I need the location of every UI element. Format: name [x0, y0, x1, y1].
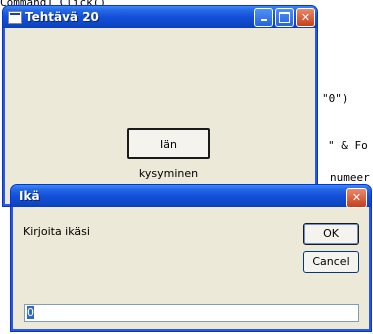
maximize-icon [279, 11, 290, 23]
code-line-1: "0") [322, 92, 349, 105]
close-button[interactable]: ✕ [296, 8, 315, 27]
dialog-titlebar[interactable]: Ikä ✕ [11, 185, 371, 208]
close-icon: ✕ [300, 11, 311, 24]
cancel-button[interactable]: Cancel [303, 251, 359, 273]
answer-input[interactable]: 0 [24, 304, 359, 322]
age-question-button[interactable]: Iän kysyminen [127, 128, 210, 180]
input-dialog: Ikä ✕ Kirjoita ikäsi OK Cancel 0 [10, 184, 372, 332]
main-window-title: Tehtävä 20 [25, 10, 99, 24]
dialog-prompt: Kirjoita ikäsi [23, 225, 90, 238]
app-icon[interactable] [8, 11, 22, 24]
main-form-window: Tehtävä 20 ✕ Iän kysyminen [2, 5, 318, 207]
answer-input-value: 0 [27, 306, 34, 319]
minimize-button[interactable] [254, 8, 273, 27]
dialog-title: Ikä [19, 189, 40, 203]
close-icon: ✕ [351, 191, 362, 204]
minimize-icon [260, 19, 267, 21]
dialog-close-button[interactable]: ✕ [346, 188, 367, 208]
code-line-2: " & Fo [328, 139, 368, 152]
ok-button[interactable]: OK [303, 223, 359, 245]
main-titlebar[interactable]: Tehtävä 20 ✕ [3, 6, 317, 28]
maximize-button[interactable] [275, 8, 294, 27]
code-line-3: numeer [330, 171, 370, 184]
